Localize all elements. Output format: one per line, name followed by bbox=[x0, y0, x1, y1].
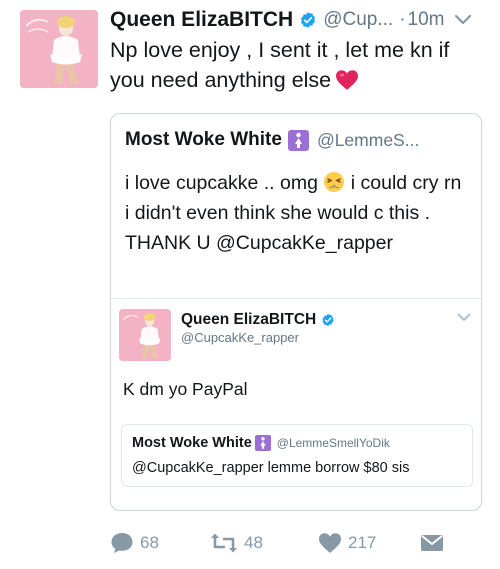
quoted-text-part1: i love cupcakke .. omg bbox=[125, 172, 324, 194]
inner-tweet-text: K dm yo PayPal bbox=[123, 379, 248, 399]
quoted-author-name: Most Woke White bbox=[125, 129, 282, 150]
inner-author-avatar[interactable] bbox=[119, 309, 171, 361]
avatar-image bbox=[20, 10, 98, 88]
timestamp[interactable]: 10m bbox=[408, 9, 445, 31]
reply-count: 68 bbox=[140, 533, 159, 552]
retweet-count: 48 bbox=[244, 533, 263, 552]
inner-tweet-header: Queen ElizaBITCH bbox=[181, 311, 335, 329]
nested-quote-header: Most Woke White @LemmeSmellYoDik bbox=[132, 435, 390, 451]
author-handle[interactable]: @Cup... bbox=[323, 9, 393, 31]
nested-quoted-tweet[interactable]: Most Woke White @LemmeSmellYoDik @Cupcak… bbox=[121, 424, 473, 487]
reply-icon bbox=[111, 533, 133, 553]
retweet-icon bbox=[211, 533, 237, 553]
like-count: 217 bbox=[348, 533, 377, 552]
quoted-tweet-text: i love cupcakke .. omg i could cry rn i … bbox=[125, 168, 465, 258]
tweet-actions: 68 48 217 bbox=[110, 530, 450, 556]
like-icon bbox=[319, 533, 341, 553]
quoted-tweet-header: Most Woke White @LemmeS... bbox=[125, 126, 471, 154]
time-separator: · bbox=[399, 9, 406, 30]
tired-face-emoji-icon bbox=[324, 172, 345, 192]
inner-author-name: Queen ElizaBITCH bbox=[181, 311, 317, 328]
nested-author-name: Most Woke White bbox=[132, 435, 252, 451]
direct-message-button[interactable] bbox=[420, 533, 444, 553]
chevron-down-icon[interactable] bbox=[457, 313, 471, 322]
quoted-tweet[interactable]: Most Woke White @LemmeS... i love cupcak… bbox=[110, 113, 482, 511]
inner-tweet[interactable]: Queen ElizaBITCH @CupcakKe_rapper K dm y… bbox=[111, 298, 481, 511]
tweet-body: Np love enjoy , I sent it , let me kn if… bbox=[110, 38, 450, 92]
woman-emoji-icon bbox=[287, 129, 309, 151]
author-name[interactable]: Queen ElizaBITCH bbox=[110, 8, 293, 32]
inner-author-handle: @CupcakKe_rapper bbox=[181, 330, 299, 345]
avatar-image bbox=[119, 309, 171, 361]
author-avatar[interactable] bbox=[20, 10, 98, 88]
quoted-author-handle: @LemmeS... bbox=[316, 129, 420, 150]
chevron-down-icon[interactable] bbox=[454, 14, 472, 26]
like-button[interactable]: 217 bbox=[318, 532, 376, 554]
reply-button[interactable]: 68 bbox=[110, 532, 159, 554]
tweet-text: Np love enjoy , I sent it , let me kn if… bbox=[110, 35, 480, 95]
nested-quote-text: @CupcakKe_rapper lemme borrow $80 sis bbox=[132, 460, 410, 476]
woman-emoji-icon bbox=[254, 435, 271, 451]
direct-message-icon bbox=[421, 535, 443, 551]
nested-author-handle: @LemmeSmellYoDik bbox=[276, 436, 390, 450]
heart-emoji-icon bbox=[336, 70, 359, 90]
verified-badge-icon bbox=[322, 313, 334, 327]
tweet-header: Queen ElizaBITCH @Cup... · 10m bbox=[110, 6, 486, 34]
retweet-button[interactable]: 48 bbox=[210, 532, 263, 554]
verified-badge-icon bbox=[301, 12, 316, 28]
